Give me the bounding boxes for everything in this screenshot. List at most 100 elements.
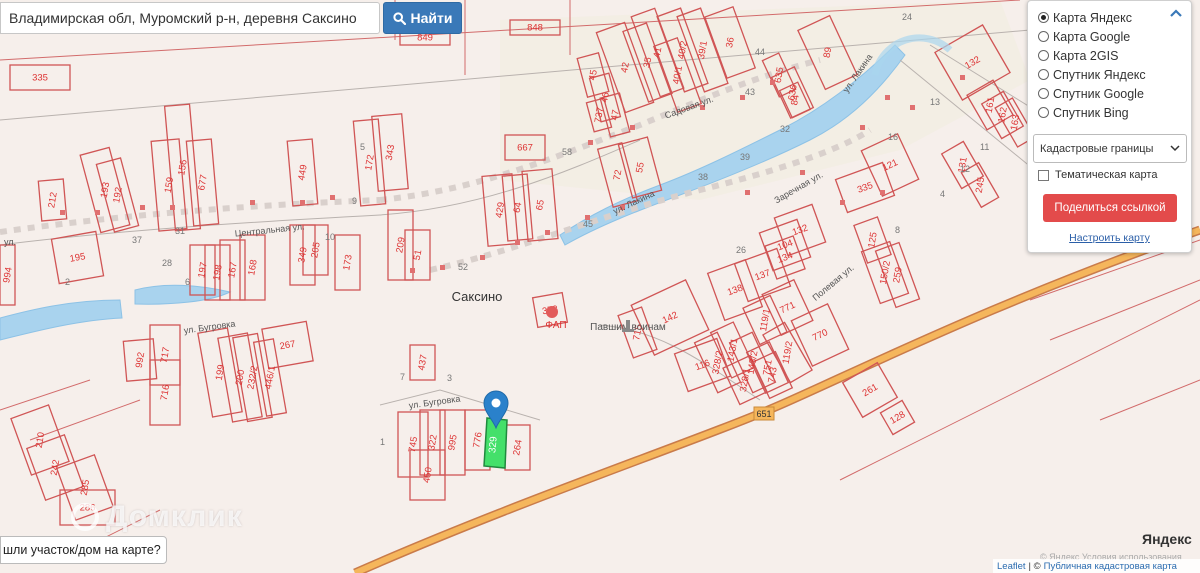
building-marker [840,200,845,205]
map-attribution: Leaflet | © Публичная кадастровая карта [993,559,1200,573]
cadastral-map[interactable]: 335 849 848 212 193 192 159 156 677 172 343 449 667 4… [0,0,1200,573]
house-number: 32 [780,124,790,134]
thematic-map-checkbox[interactable] [1038,169,1049,181]
yandex-logo: Яндекс [1142,531,1192,547]
parcel-number: 41 [652,46,665,58]
radio-button[interactable] [1038,88,1049,99]
basemap-option-label: Карта 2GIS [1053,48,1119,63]
building-marker [410,268,415,273]
search-button-label: Найти [410,10,453,26]
house-number: 13 [930,97,940,107]
building-marker [800,170,805,175]
chevron-up-icon[interactable] [1169,8,1183,18]
domclick-watermark: Домклик [70,500,243,534]
parcel-number: 51 [412,249,425,261]
house-number: 5 [360,142,365,152]
basemap-option-label: Спутник Bing [1053,105,1129,120]
share-link-button[interactable]: Поделиться ссылкой [1043,194,1177,222]
search-button[interactable]: Найти [383,2,462,34]
parcel-number: 65 [534,199,547,211]
parcel-number: 64 [512,201,525,213]
basemap-option-2gis-map[interactable]: Карта 2GIS [1038,46,1146,65]
building-marker [250,200,255,205]
house-number: 1 [380,437,385,447]
parcel-number: 335 [32,73,48,84]
building-marker [515,240,520,245]
house-number: 11 [980,142,989,152]
basemap-option-label: Карта Яндекс [1053,10,1132,25]
parcel-number: 55 [634,161,647,173]
building-marker [745,190,750,195]
overlay-select[interactable]: Кадастровые границы [1033,134,1187,163]
parcel-number: 46 [599,91,612,103]
watermark-text: Домклик [106,500,243,533]
building-marker [330,195,335,200]
house-number: 7 [400,372,405,382]
chevron-down-icon [1170,145,1180,152]
building-marker [630,125,635,130]
house-number: 16 [888,132,898,142]
building-marker [880,190,885,195]
radio-button[interactable] [1038,31,1049,42]
radio-button[interactable] [1038,107,1049,118]
house-number: 4 [940,189,945,199]
road-number: 651 [756,409,771,419]
parcel-number: 45 [587,69,600,81]
basemap-option-yandex-map[interactable]: Карта Яндекс [1038,8,1146,27]
building-marker [300,200,305,205]
overlay-select-value: Кадастровые границы [1040,142,1154,155]
basemap-option-label: Спутник Яндекс [1053,67,1146,82]
house-number: 3 [447,373,452,383]
building-marker [440,265,445,270]
house-number: 6 [185,277,190,287]
building-marker [170,205,175,210]
basemap-option-google-satellite[interactable]: Спутник Google [1038,84,1146,103]
building-marker [95,210,100,215]
search-bar: Найти [0,2,462,34]
building-marker [588,140,593,145]
house-number: 43 [745,87,755,97]
parcel-number: 42 [619,61,632,73]
house-number: 2 [65,277,70,287]
building-marker [480,255,485,260]
basemap-option-google-map[interactable]: Карта Google [1038,27,1146,46]
leaflet-link[interactable]: Leaflet [997,561,1026,572]
road-number-badge: 651 [753,406,775,421]
parcel-number: 667 [517,143,533,154]
radio-button[interactable] [1038,69,1049,80]
building-marker [545,230,550,235]
cadastral-source-link[interactable]: Публичная кадастровая карта [1044,561,1177,572]
house-number: 8 [895,225,900,235]
house-number: 28 [162,258,172,268]
configure-map-link[interactable]: Настроить карту [1028,232,1191,244]
basemap-option-yandex-satellite[interactable]: Спутник Яндекс [1038,65,1146,84]
parcel-number: 84 [789,94,802,106]
building-marker [960,75,965,80]
parcel-number: 35 [642,56,655,68]
thematic-map-toggle[interactable]: Тематическая карта [1038,169,1157,181]
radio-button[interactable] [1038,12,1049,23]
parcel-number: 849 [417,33,433,44]
basemap-option-bing-satellite[interactable]: Спутник Bing [1038,103,1146,122]
house-number: 38 [698,172,708,182]
basemap-option-label: Карта Google [1053,29,1131,44]
map-canvas[interactable]: 3358498482121931921591566771723434496674… [0,0,1200,573]
report-found-parcel-button[interactable]: шли участок/дом на карте? [0,536,167,564]
house-number: 58 [562,147,572,157]
yandex-logo-text: Яндекс [1142,531,1192,547]
house-number: 31 [175,226,185,236]
building-marker [910,105,915,110]
domclick-logo-icon [71,503,99,531]
building-marker [885,95,890,100]
house-number: 24 [902,12,912,22]
fap-label: ФАП [545,320,566,331]
house-number: 26 [736,245,746,255]
search-input[interactable] [0,2,380,34]
parcel-number: 72 [612,169,625,181]
radio-button[interactable] [1038,50,1049,61]
parcel-number: 36 [724,36,737,48]
basemap-options: Карта Яндекс Карта Google Карта 2GIS Спу… [1038,8,1146,122]
building-marker [60,210,65,215]
house-number: 44 [755,47,765,57]
house-number: 52 [458,262,468,272]
